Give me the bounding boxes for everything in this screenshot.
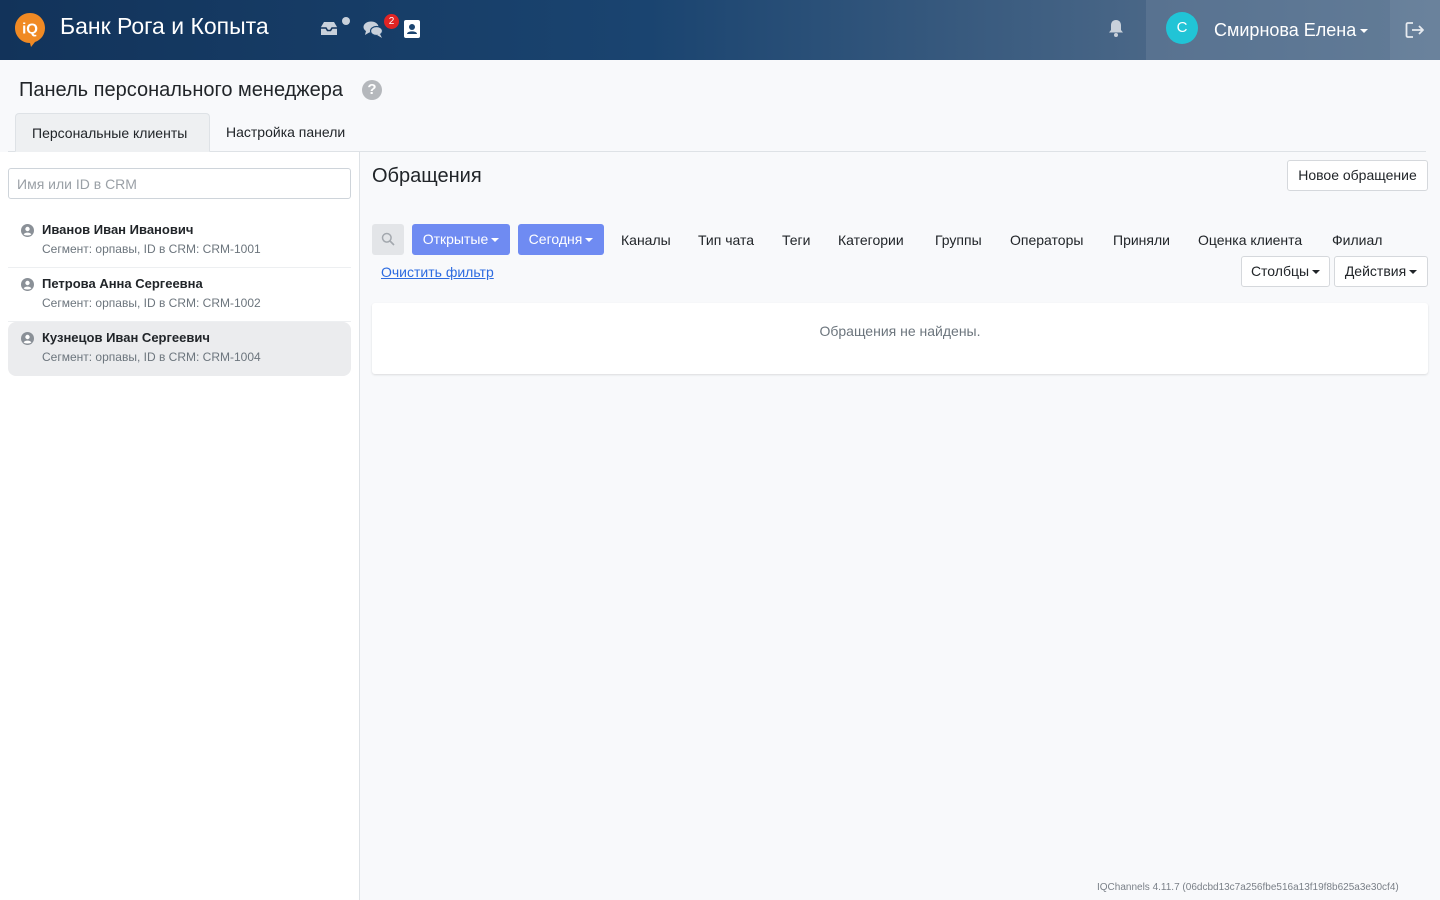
client-name: Кузнецов Иван Сергеевич [42,330,210,345]
client-list-item-selected[interactable]: Кузнецов Иван Сергеевич Сегмент: орпавы,… [8,322,351,376]
filter-branch[interactable]: Филиал [1332,232,1382,248]
client-list-item[interactable]: Петрова Анна Сергеевна Сегмент: орпавы, … [8,268,351,322]
status-filter-label: Открытые [422,231,489,247]
filter-chat-type[interactable]: Тип чата [698,232,754,248]
page-title: Панель персонального менеджера [19,79,344,101]
inbox-indicator-dot [342,17,350,25]
top-navbar: iQ Банк Рога и Копыта 2 С Смирнова Елена [0,0,1440,60]
chevron-down-icon [1409,270,1418,275]
inbox-icon[interactable] [318,18,340,40]
chats-count-badge: 2 [384,14,399,29]
search-icon [381,232,395,246]
user-avatar[interactable]: С [1166,12,1198,44]
filter-client-rating[interactable]: Оценка клиента [1198,232,1302,248]
user-name: Смирнова Елена [1214,20,1357,40]
tab-personal-clients[interactable]: Персональные клиенты [15,113,210,152]
help-icon[interactable]: ? [362,80,382,100]
actions-label: Действия [1344,263,1407,279]
client-info: Сегмент: орпавы, ID в CRM: CRM-1001 [42,242,261,256]
client-name: Иванов Иван Иванович [42,222,194,237]
user-circle-icon [21,224,34,237]
search-button[interactable] [372,224,404,255]
client-search-input[interactable] [8,168,351,199]
client-list-item[interactable]: Иванов Иван Иванович Сегмент: орпавы, ID… [8,214,351,268]
date-filter-dropdown[interactable]: Сегодня [518,224,604,255]
client-info: Сегмент: орпавы, ID в CRM: CRM-1004 [42,350,261,364]
requests-title: Обращения [372,165,482,187]
filter-categories[interactable]: Категории [838,232,904,248]
client-info: Сегмент: орпавы, ID в CRM: CRM-1002 [42,296,261,310]
chevron-down-icon [585,238,594,243]
requests-results-panel: Обращения не найдены. [372,303,1428,374]
brand-name[interactable]: Банк Рога и Копыта [60,13,269,40]
filter-groups[interactable]: Группы [935,232,982,248]
filter-tags[interactable]: Теги [782,232,810,248]
columns-label: Столбцы [1250,263,1310,279]
clients-sidebar: Иванов Иван Иванович Сегмент: орпавы, ID… [0,152,360,900]
new-request-button[interactable]: Новое обращение [1287,160,1428,191]
columns-dropdown[interactable]: Столбцы [1241,256,1330,287]
filter-channels[interactable]: Каналы [621,232,671,248]
user-menu-toggle[interactable]: Смирнова Елена [1214,20,1369,41]
svg-text:iQ: iQ [22,21,38,38]
chevron-down-icon [1312,270,1321,275]
chevron-down-icon [1360,29,1369,34]
actions-dropdown[interactable]: Действия [1334,256,1428,287]
version-info: IQChannels 4.11.7 (06dcbd13c7a256fbe516a… [1097,882,1399,893]
empty-state-message: Обращения не найдены. [819,323,981,339]
iq-logo-icon[interactable]: iQ [14,12,46,48]
logout-icon[interactable] [1405,21,1425,39]
status-filter-dropdown[interactable]: Открытые [412,224,510,255]
date-filter-label: Сегодня [528,231,583,247]
chats-icon[interactable] [362,18,384,40]
user-circle-icon [21,332,34,345]
contacts-book-icon[interactable] [403,19,421,39]
filter-accepted[interactable]: Приняли [1113,232,1170,248]
chevron-down-icon [491,238,500,243]
tab-panel-settings[interactable]: Настройка панели [210,113,361,152]
notifications-bell-icon[interactable] [1107,18,1125,38]
clear-filter-link[interactable]: Очистить фильтр [381,264,494,280]
client-name: Петрова Анна Сергеевна [42,276,203,291]
filter-operators[interactable]: Операторы [1010,232,1083,248]
user-circle-icon [21,278,34,291]
